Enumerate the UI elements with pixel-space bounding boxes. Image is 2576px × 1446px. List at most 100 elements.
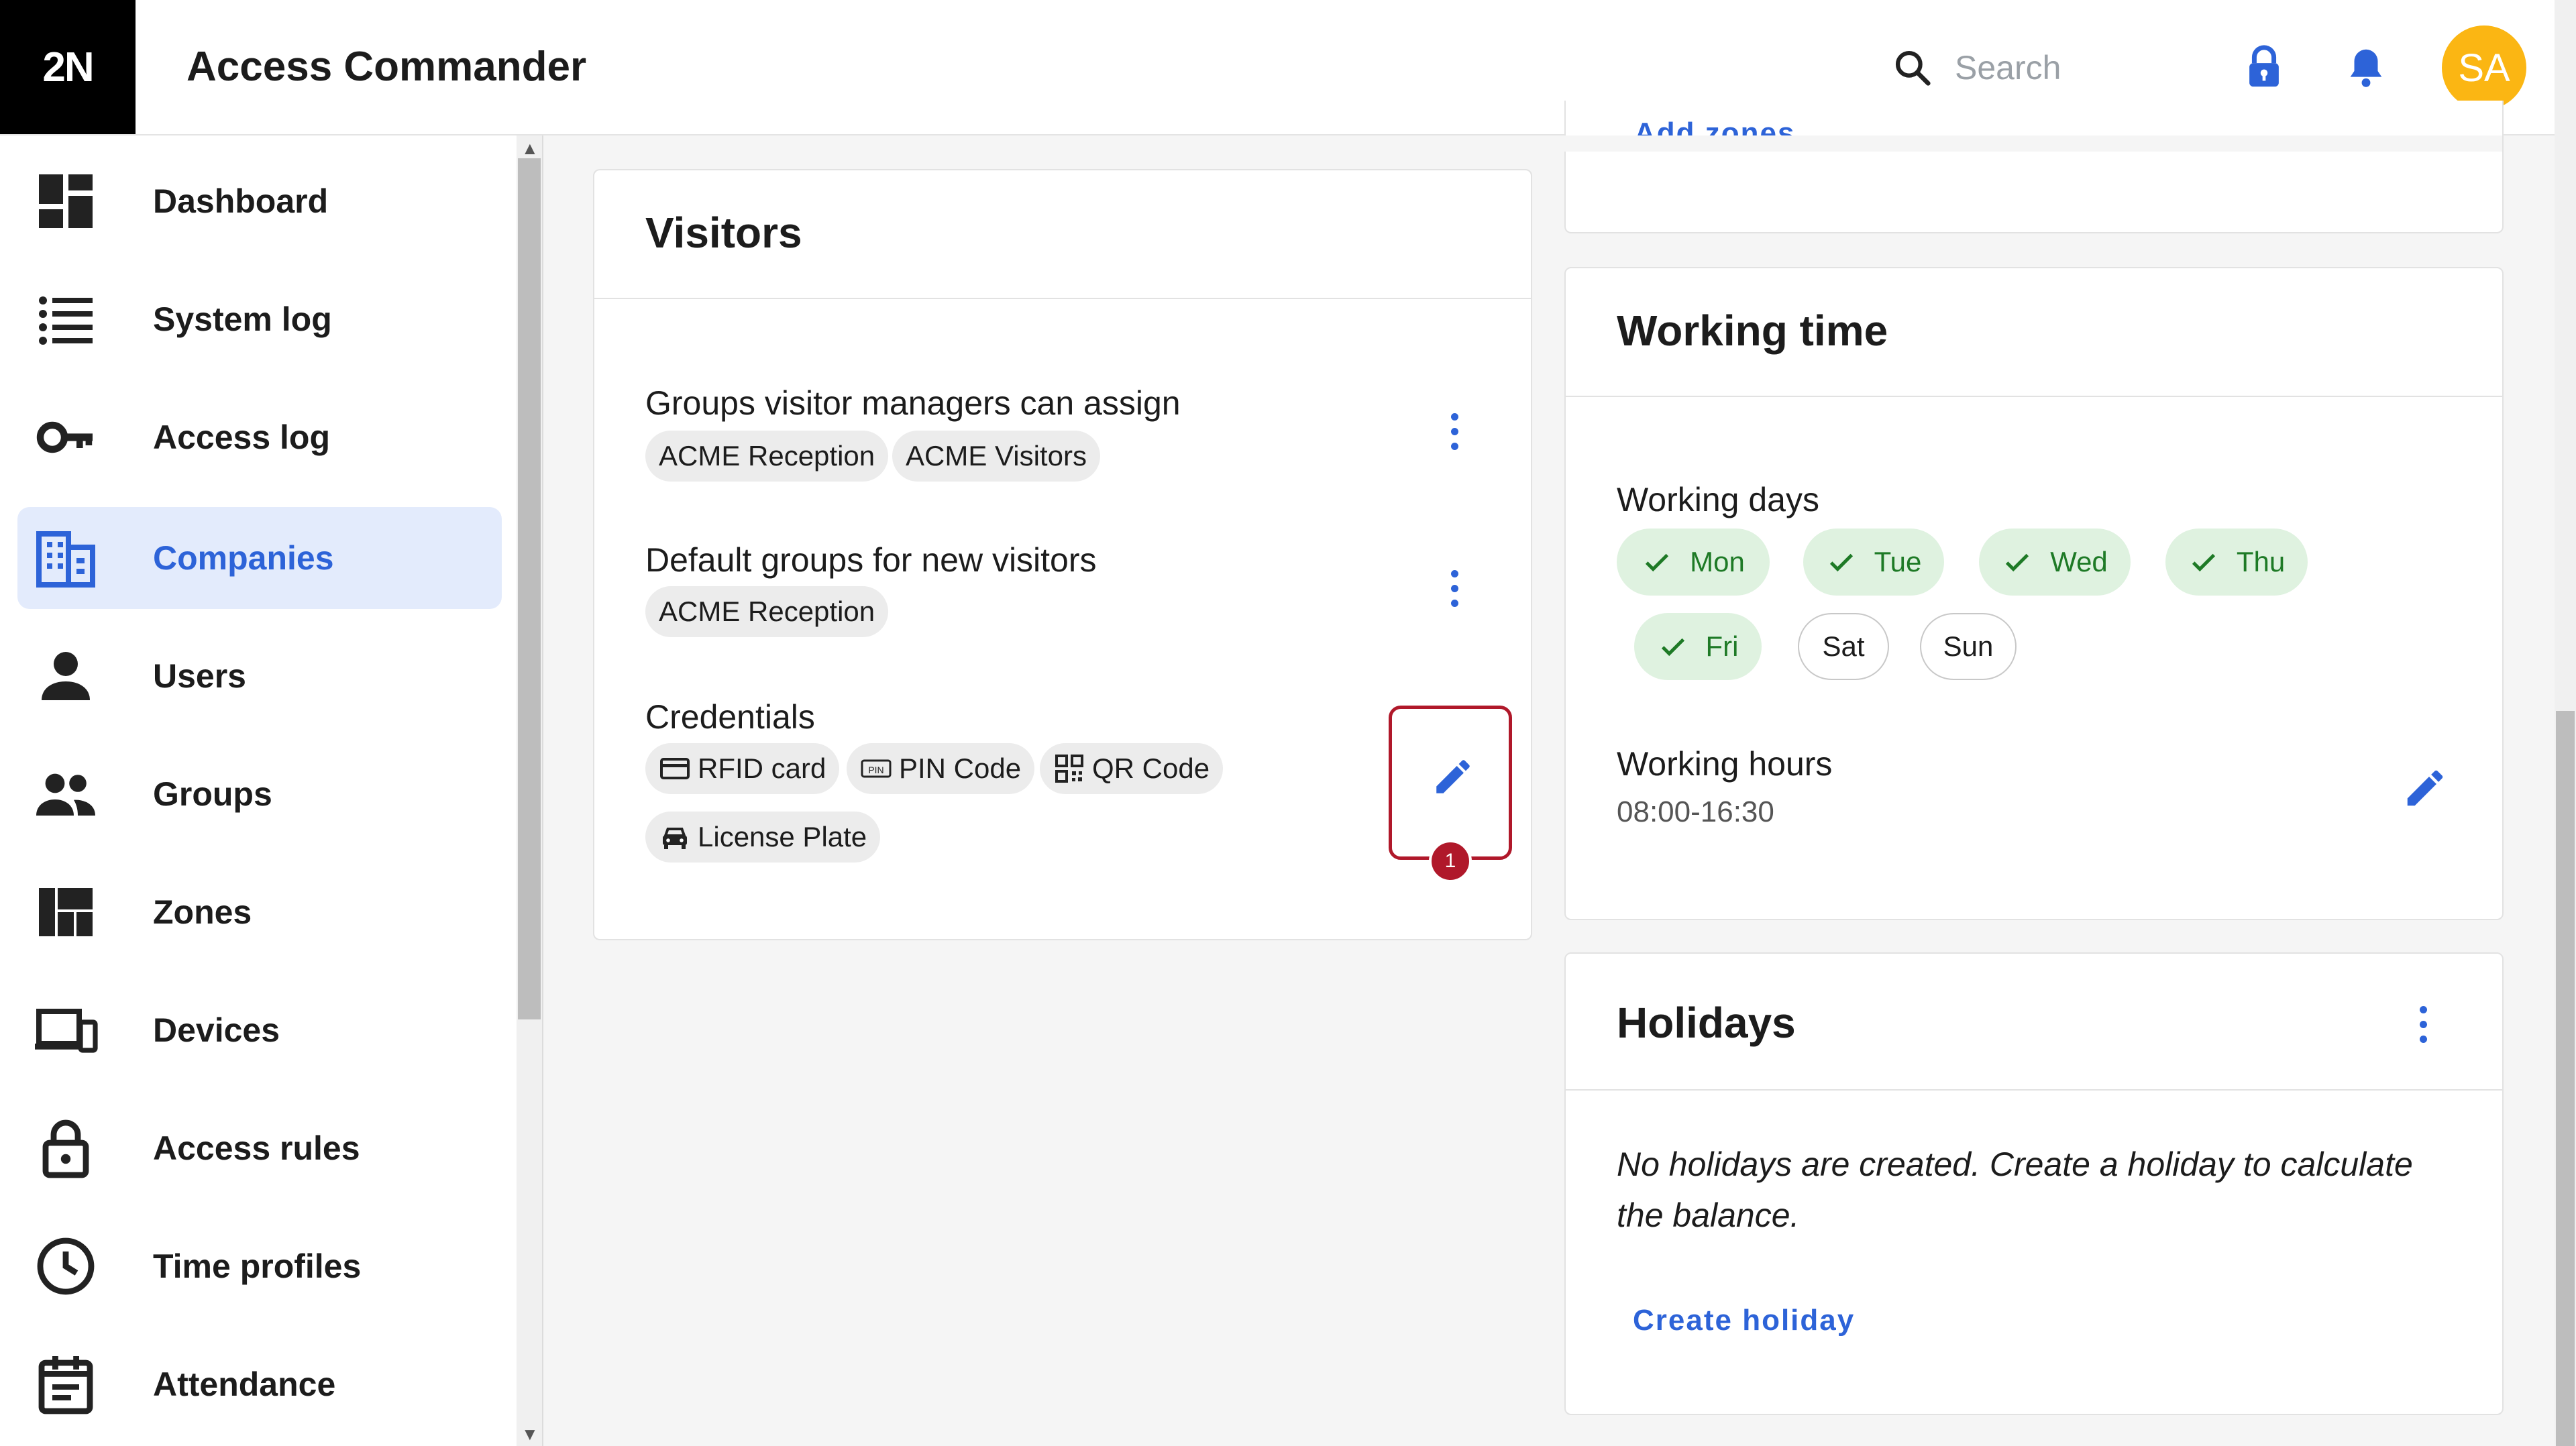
dashboard-icon <box>39 174 93 228</box>
group-chip: ACME Reception <box>645 586 889 637</box>
clock-icon <box>37 1237 95 1295</box>
sidebar-scrollbar[interactable]: ▲ ▼ <box>517 135 543 1446</box>
credential-chip: PIN PIN Code <box>847 743 1035 794</box>
day-label: Sun <box>1943 630 1994 662</box>
credential-chip: License Plate <box>645 812 881 863</box>
sidebar-item-label: Devices <box>153 1011 280 1049</box>
check-icon <box>2006 553 2029 572</box>
pencil-icon[interactable] <box>1431 755 1475 799</box>
day-label: Fri <box>1705 630 1739 662</box>
sidebar-item-label: Groups <box>153 775 272 813</box>
day-label: Thu <box>2236 546 2286 577</box>
card-divider <box>594 298 1531 299</box>
sidebar-item-label: Users <box>153 657 246 695</box>
list-icon <box>39 296 93 345</box>
page-scrollbar[interactable] <box>2555 0 2576 1446</box>
credentials-edit-button[interactable] <box>1389 706 1512 860</box>
more-vert-icon[interactable] <box>1441 412 1468 452</box>
group-chip: ACME Reception <box>645 431 889 482</box>
sidebar-item-devices[interactable]: Devices <box>17 979 502 1081</box>
credential-label: RFID card <box>698 753 826 784</box>
svg-text:PIN: PIN <box>868 765 883 775</box>
key-icon <box>36 421 93 453</box>
day-label: Wed <box>2050 546 2108 577</box>
credential-label: License Plate <box>698 821 867 852</box>
sidebar-item-time-profiles[interactable]: Time profiles <box>17 1215 502 1317</box>
credential-chip: RFID card <box>645 743 840 794</box>
people-icon <box>36 773 95 816</box>
bell-icon[interactable] <box>2343 43 2390 91</box>
sidebar-item-system-log[interactable]: System log <box>17 268 502 370</box>
day-chip-sat[interactable]: Sat <box>1798 613 1889 680</box>
lock-icon[interactable] <box>2241 43 2288 91</box>
lock-icon <box>42 1119 89 1178</box>
search-input[interactable] <box>1953 48 2211 88</box>
sidebar-item-access-rules[interactable]: Access rules <box>17 1097 502 1199</box>
check-icon <box>1646 553 1669 572</box>
day-chip-wed[interactable]: Wed <box>1979 529 2131 596</box>
search-icon[interactable] <box>1892 47 1933 89</box>
sidebar-item-label: Access rules <box>153 1129 360 1167</box>
sidebar-item-companies[interactable]: Companies <box>17 507 502 609</box>
more-vert-icon[interactable] <box>1441 569 1468 609</box>
search-box[interactable] <box>1892 42 2214 94</box>
sidebar-item-label: Companies <box>153 539 334 577</box>
day-chip-fri[interactable]: Fri <box>1634 613 1762 680</box>
sidebar-item-label: Dashboard <box>153 182 329 220</box>
managers-groups-label: Groups visitor managers can assign <box>645 384 1181 422</box>
qr-icon <box>1055 755 1083 783</box>
day-chip-thu[interactable]: Thu <box>2165 529 2308 596</box>
working-days-label: Working days <box>1617 481 1819 518</box>
day-chip-sun[interactable]: Sun <box>1920 613 2017 680</box>
person-icon <box>42 652 90 700</box>
sidebar-item-attendance[interactable]: Attendance <box>17 1333 502 1435</box>
sidebar-item-label: Time profiles <box>153 1247 362 1285</box>
sidebar-item-users[interactable]: Users <box>17 625 502 727</box>
day-label: Mon <box>1690 546 1745 577</box>
sidebar-item-label: Zones <box>153 893 252 931</box>
sidebar: Dashboard System log Access log Companie… <box>0 135 517 1446</box>
group-chip: ACME Visitors <box>892 431 1100 482</box>
day-label: Tue <box>1874 546 1922 577</box>
day-chip-tue[interactable]: Tue <box>1803 529 1944 596</box>
sidebar-item-groups[interactable]: Groups <box>17 743 502 845</box>
zones-card: Add zones <box>1564 101 2504 233</box>
holidays-empty-text: No holidays are created. Create a holida… <box>1617 1146 2413 1234</box>
sidebar-item-dashboard[interactable]: Dashboard <box>17 150 502 252</box>
working-time-card: Working time Working days Mon Tue Wed Th… <box>1564 267 2504 920</box>
day-chip-mon[interactable]: Mon <box>1617 529 1770 596</box>
working-time-title: Working time <box>1617 307 1888 355</box>
sidebar-item-label: System log <box>153 300 332 338</box>
calendar-icon <box>38 1356 93 1414</box>
holidays-card: Holidays No holidays are created. Create… <box>1564 952 2504 1415</box>
header-overlap-mask <box>1564 135 2502 152</box>
create-holiday-link[interactable]: Create holiday <box>1633 1304 1855 1337</box>
visitors-card: Visitors Groups visitor managers can ass… <box>593 169 1532 940</box>
visitors-title: Visitors <box>645 209 802 257</box>
working-hours-value: 08:00-16:30 <box>1617 795 1774 828</box>
scroll-down-icon[interactable]: ▼ <box>521 1424 539 1445</box>
building-icon <box>36 531 95 588</box>
check-icon <box>2192 553 2215 572</box>
sidebar-item-zones[interactable]: Zones <box>17 861 502 963</box>
app-logo[interactable]: 2N <box>0 0 136 134</box>
avatar[interactable]: SA <box>2442 25 2526 110</box>
check-icon <box>1829 553 1853 572</box>
sidebar-scroll-thumb[interactable] <box>518 158 541 1019</box>
credential-label: QR Code <box>1092 753 1210 784</box>
credential-label: PIN Code <box>899 753 1022 784</box>
working-hours-label: Working hours <box>1617 745 1833 783</box>
pin-icon: PIN <box>861 759 892 778</box>
card-divider <box>1566 396 2502 397</box>
pencil-icon[interactable] <box>2402 765 2449 812</box>
car-icon <box>663 828 687 849</box>
more-vert-icon[interactable] <box>2410 1005 2436 1045</box>
card-icon <box>660 758 690 779</box>
sidebar-item-access-log[interactable]: Access log <box>17 386 502 488</box>
app-title: Access Commander <box>186 44 587 90</box>
zones-icon <box>39 888 93 936</box>
page-scroll-thumb[interactable] <box>2556 711 2575 1446</box>
step-badge: 1 <box>1429 840 1472 883</box>
scroll-up-icon[interactable]: ▲ <box>521 138 539 159</box>
credential-chip: QR Code <box>1040 743 1224 794</box>
